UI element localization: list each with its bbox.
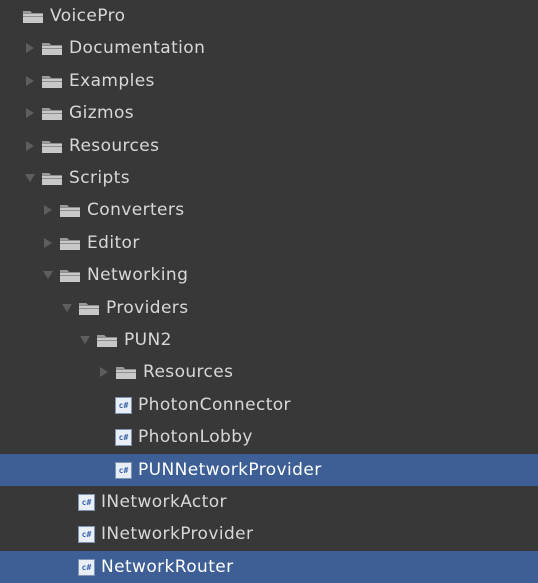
tree-folder-resources[interactable]: Resources	[0, 130, 538, 162]
expanded-arrow-icon[interactable]	[60, 301, 74, 315]
csharp-script-icon: c#	[78, 493, 95, 511]
tree-folder-examples[interactable]: Examples	[0, 65, 538, 97]
expanded-arrow-icon[interactable]	[78, 333, 92, 347]
folder-icon	[115, 364, 137, 380]
folder-icon	[78, 300, 100, 316]
tree-folder-editor[interactable]: Editor	[0, 227, 538, 259]
csharp-script-icon: c#	[115, 396, 132, 414]
tree-folder-pun2[interactable]: PUN2	[0, 324, 538, 356]
tree-item-label: Resources	[143, 362, 234, 382]
tree-item-label: PUNNetworkProvider	[138, 460, 322, 480]
csharp-script-icon: c#	[78, 525, 95, 543]
tree-item-label: Documentation	[69, 38, 206, 58]
tree-script-punnetworkprovider[interactable]: c# PUNNetworkProvider	[0, 454, 538, 486]
folder-icon	[59, 202, 81, 218]
tree-item-label: PUN2	[124, 330, 172, 350]
tree-item-label: Resources	[69, 136, 160, 156]
expanded-arrow-icon[interactable]	[41, 268, 55, 282]
collapsed-arrow-icon[interactable]	[23, 41, 37, 55]
folder-icon	[41, 40, 63, 56]
tree-item-label: Examples	[69, 71, 155, 91]
collapsed-arrow-icon[interactable]	[41, 203, 55, 217]
collapsed-arrow-icon[interactable]	[23, 106, 37, 120]
tree-folder-networking[interactable]: Networking	[0, 259, 538, 291]
folder-icon	[22, 8, 44, 24]
tree-script-inetworkactor[interactable]: c# INetworkActor	[0, 486, 538, 518]
tree-script-photonconnector[interactable]: c# PhotonConnector	[0, 389, 538, 421]
folder-icon	[41, 105, 63, 121]
tree-script-networkrouter[interactable]: c# NetworkRouter	[0, 551, 538, 583]
tree-item-label: VoicePro	[50, 6, 126, 26]
collapsed-arrow-icon[interactable]	[23, 74, 37, 88]
csharp-script-icon: c#	[115, 461, 132, 479]
tree-folder-voicepro[interactable]: VoicePro	[0, 0, 538, 32]
tree-item-label: Converters	[87, 200, 185, 220]
tree-folder-resources[interactable]: Resources	[0, 356, 538, 388]
tree-item-label: Providers	[106, 298, 189, 318]
tree-folder-converters[interactable]: Converters	[0, 194, 538, 226]
tree-folder-scripts[interactable]: Scripts	[0, 162, 538, 194]
collapsed-arrow-icon[interactable]	[23, 139, 37, 153]
tree-item-label: Scripts	[69, 168, 130, 188]
tree-script-photonlobby[interactable]: c# PhotonLobby	[0, 421, 538, 453]
tree-folder-documentation[interactable]: Documentation	[0, 32, 538, 64]
tree-item-label: PhotonConnector	[138, 395, 291, 415]
folder-icon	[41, 170, 63, 186]
folder-icon	[41, 138, 63, 154]
tree-item-label: NetworkRouter	[101, 557, 234, 577]
tree-folder-providers[interactable]: Providers	[0, 292, 538, 324]
tree-item-label: Editor	[87, 233, 140, 253]
expanded-arrow-icon[interactable]	[23, 171, 37, 185]
csharp-script-icon: c#	[78, 558, 95, 576]
folder-icon	[59, 267, 81, 283]
tree-item-label: Gizmos	[69, 103, 135, 123]
collapsed-arrow-icon[interactable]	[97, 365, 111, 379]
tree-folder-gizmos[interactable]: Gizmos	[0, 97, 538, 129]
folder-icon	[41, 73, 63, 89]
collapsed-arrow-icon[interactable]	[41, 236, 55, 250]
tree-item-label: PhotonLobby	[138, 427, 253, 447]
folder-icon	[96, 332, 118, 348]
tree-item-label: INetworkProvider	[101, 524, 254, 544]
tree-item-label: INetworkActor	[101, 492, 227, 512]
project-folder-tree: VoicePro Documentation Examples Gizmos Resou…	[0, 0, 538, 583]
tree-script-inetworkprovider[interactable]: c# INetworkProvider	[0, 518, 538, 550]
tree-item-label: Networking	[87, 265, 189, 285]
folder-icon	[59, 235, 81, 251]
csharp-script-icon: c#	[115, 428, 132, 446]
